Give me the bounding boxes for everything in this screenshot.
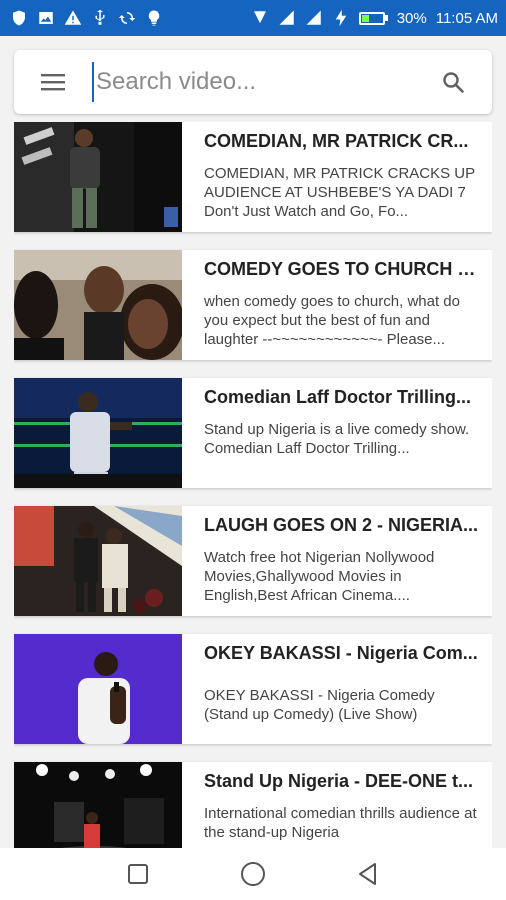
search-input[interactable] <box>92 62 414 102</box>
video-description: when comedy goes to church, what do you … <box>204 293 460 348</box>
battery-tip <box>384 15 388 21</box>
video-title: OKEY BAKASSI - Nigeria Com... <box>204 643 478 663</box>
image-icon <box>37 9 55 27</box>
video-item[interactable]: Stand Up Nigeria - DEE-ONE t... Internat… <box>14 762 492 848</box>
video-thumbnail <box>14 634 182 744</box>
video-description: Watch free hot Nigerian Nollywood Movies… <box>204 549 435 604</box>
warning-icon <box>64 9 82 27</box>
video-description: International comedian thrills audience … <box>204 805 477 841</box>
video-info: Comedian Laff Doctor Trilling... Stand u… <box>182 378 492 488</box>
sync-icon <box>118 9 136 27</box>
video-description: COMEDIAN, MR PATRICK CRACKS UP AUDIENCE … <box>204 165 475 220</box>
video-info: Stand Up Nigeria - DEE-ONE t... Internat… <box>182 762 492 848</box>
search-icon <box>443 72 464 93</box>
video-thumbnail <box>14 378 182 488</box>
video-title: LAUGH GOES ON 2 - NIGERIA... <box>204 515 479 535</box>
video-item[interactable]: COMEDY GOES TO CHURCH 2... when comedy g… <box>14 250 492 360</box>
video-info: COMEDY GOES TO CHURCH 2... when comedy g… <box>182 250 492 360</box>
search-button[interactable] <box>414 50 492 114</box>
shield-icon <box>10 9 28 27</box>
status-bar: 30% 11:05 AM <box>0 0 506 36</box>
video-description: OKEY BAKASSI - Nigeria Comedy (Stand up … <box>204 687 435 723</box>
battery-level <box>361 14 369 22</box>
bulb-icon <box>145 9 163 27</box>
battery-percent: 30% <box>396 9 427 27</box>
recent-apps-icon <box>127 864 148 884</box>
notification-icons <box>10 9 163 27</box>
video-item[interactable]: COMEDIAN, MR PATRICK CR... COMEDIAN, MR … <box>14 122 492 232</box>
usb-icon <box>91 9 109 27</box>
video-title: COMEDY GOES TO CHURCH 2... <box>204 259 482 279</box>
signal-icon <box>278 9 296 27</box>
video-thumbnail <box>14 122 182 232</box>
video-info: LAUGH GOES ON 2 - NIGERIA... Watch free … <box>182 506 492 616</box>
charging-icon <box>332 9 350 27</box>
search-bar <box>14 50 492 114</box>
video-thumbnail <box>14 762 182 848</box>
menu-button[interactable] <box>14 50 92 114</box>
system-status: 30% 11:05 AM <box>251 9 498 27</box>
video-title: Comedian Laff Doctor Trilling... <box>204 387 472 407</box>
video-info: COMEDIAN, MR PATRICK CR... COMEDIAN, MR … <box>182 122 492 232</box>
video-item[interactable]: OKEY BAKASSI - Nigeria Com... OKEY BAKAS… <box>14 634 492 744</box>
video-description: Stand up Nigeria is a live comedy show. … <box>204 421 470 457</box>
menu-icon <box>41 74 65 91</box>
home-button[interactable] <box>233 854 273 894</box>
back-button[interactable] <box>348 854 388 894</box>
vibrate-icon <box>251 9 269 27</box>
video-title: COMEDIAN, MR PATRICK CR... <box>204 131 469 151</box>
signal-icon <box>305 9 323 27</box>
recent-apps-button[interactable] <box>118 854 158 894</box>
home-icon <box>240 862 265 886</box>
video-thumbnail <box>14 250 182 360</box>
video-info: OKEY BAKASSI - Nigeria Com... OKEY BAKAS… <box>182 634 492 744</box>
video-item[interactable]: Comedian Laff Doctor Trilling... Stand u… <box>14 378 492 488</box>
video-list: COMEDIAN, MR PATRICK CR... COMEDIAN, MR … <box>14 122 492 848</box>
back-icon <box>359 863 377 885</box>
battery-indicator <box>358 11 388 25</box>
navigation-bar <box>0 848 506 900</box>
video-item[interactable]: LAUGH GOES ON 2 - NIGERIA... Watch free … <box>14 506 492 616</box>
video-title: Stand Up Nigeria - DEE-ONE t... <box>204 771 474 791</box>
clock: 11:05 AM <box>435 9 498 27</box>
battery-icon <box>358 11 385 25</box>
video-thumbnail <box>14 506 182 616</box>
